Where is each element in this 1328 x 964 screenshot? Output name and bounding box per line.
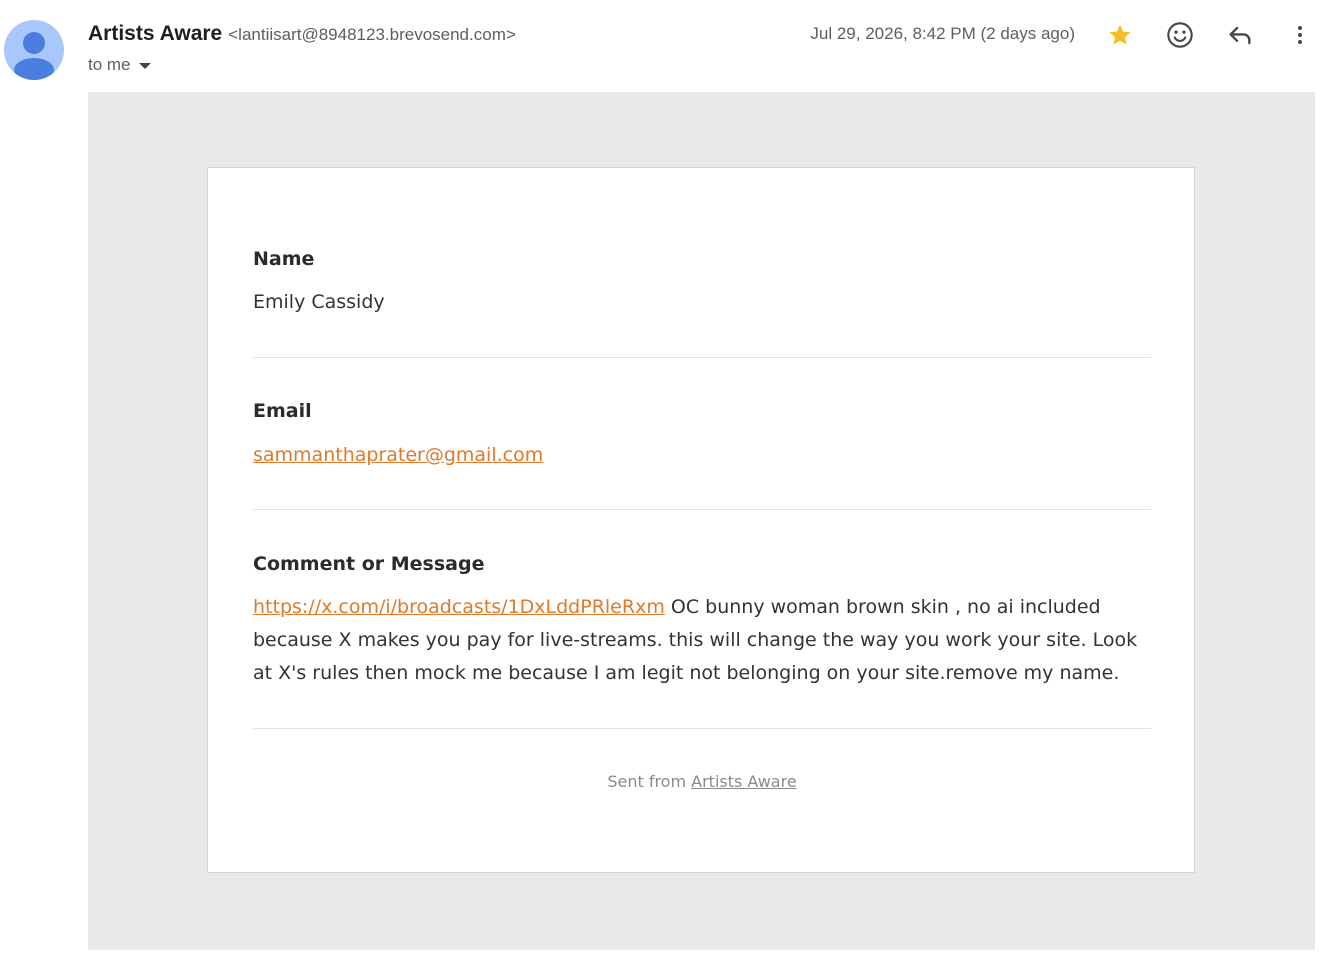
message-value: https://x.com/i/broadcasts/1DxLddPRleRxm… xyxy=(253,591,1151,690)
name-label: Name xyxy=(253,248,315,270)
sender-line: Artists Aware <lantiisart@8948123.brevos… xyxy=(88,22,516,48)
email-view: Artists Aware <lantiisart@8948123.brevos… xyxy=(0,0,1328,964)
emoji-reaction-button[interactable] xyxy=(1160,15,1200,55)
footer-prefix: Sent from xyxy=(607,772,692,791)
divider xyxy=(253,357,1151,358)
emoji-icon xyxy=(1167,22,1193,48)
star-icon xyxy=(1109,24,1131,45)
sender-name[interactable]: Artists Aware xyxy=(88,22,222,46)
email-label: Email xyxy=(253,400,312,422)
recipient-dropdown[interactable]: to me xyxy=(88,54,151,76)
email-link[interactable]: sammanthaprater@gmail.com xyxy=(253,444,543,466)
divider xyxy=(253,509,1151,510)
sender-email: <lantiisart@8948123.brevosend.com> xyxy=(228,25,516,44)
reply-icon xyxy=(1229,26,1251,45)
star-button[interactable] xyxy=(1100,15,1140,55)
person-icon xyxy=(14,32,54,80)
email-value: sammanthaprater@gmail.com xyxy=(253,444,543,466)
more-vert-icon xyxy=(1298,26,1302,44)
email-body: Name Emily Cassidy Email sammanthaprater… xyxy=(88,92,1315,950)
more-options-button[interactable] xyxy=(1280,15,1320,55)
reply-button[interactable] xyxy=(1220,15,1260,55)
sender-avatar[interactable] xyxy=(4,20,64,80)
email-timestamp: Jul 29, 2026, 8:42 PM (2 days ago) xyxy=(810,24,1075,43)
message-label: Comment or Message xyxy=(253,553,485,575)
recipient-label: to me xyxy=(88,55,131,74)
caret-down-icon xyxy=(138,62,151,69)
form-submission-card: Name Emily Cassidy Email sammanthaprater… xyxy=(207,167,1195,873)
footer-site-link[interactable]: Artists Aware xyxy=(691,772,797,791)
sent-from-footer: Sent from Artists Aware xyxy=(253,772,1151,791)
divider xyxy=(253,728,1151,729)
name-value: Emily Cassidy xyxy=(253,291,385,313)
broadcast-link[interactable]: https://x.com/i/broadcasts/1DxLddPRleRxm xyxy=(253,596,665,618)
